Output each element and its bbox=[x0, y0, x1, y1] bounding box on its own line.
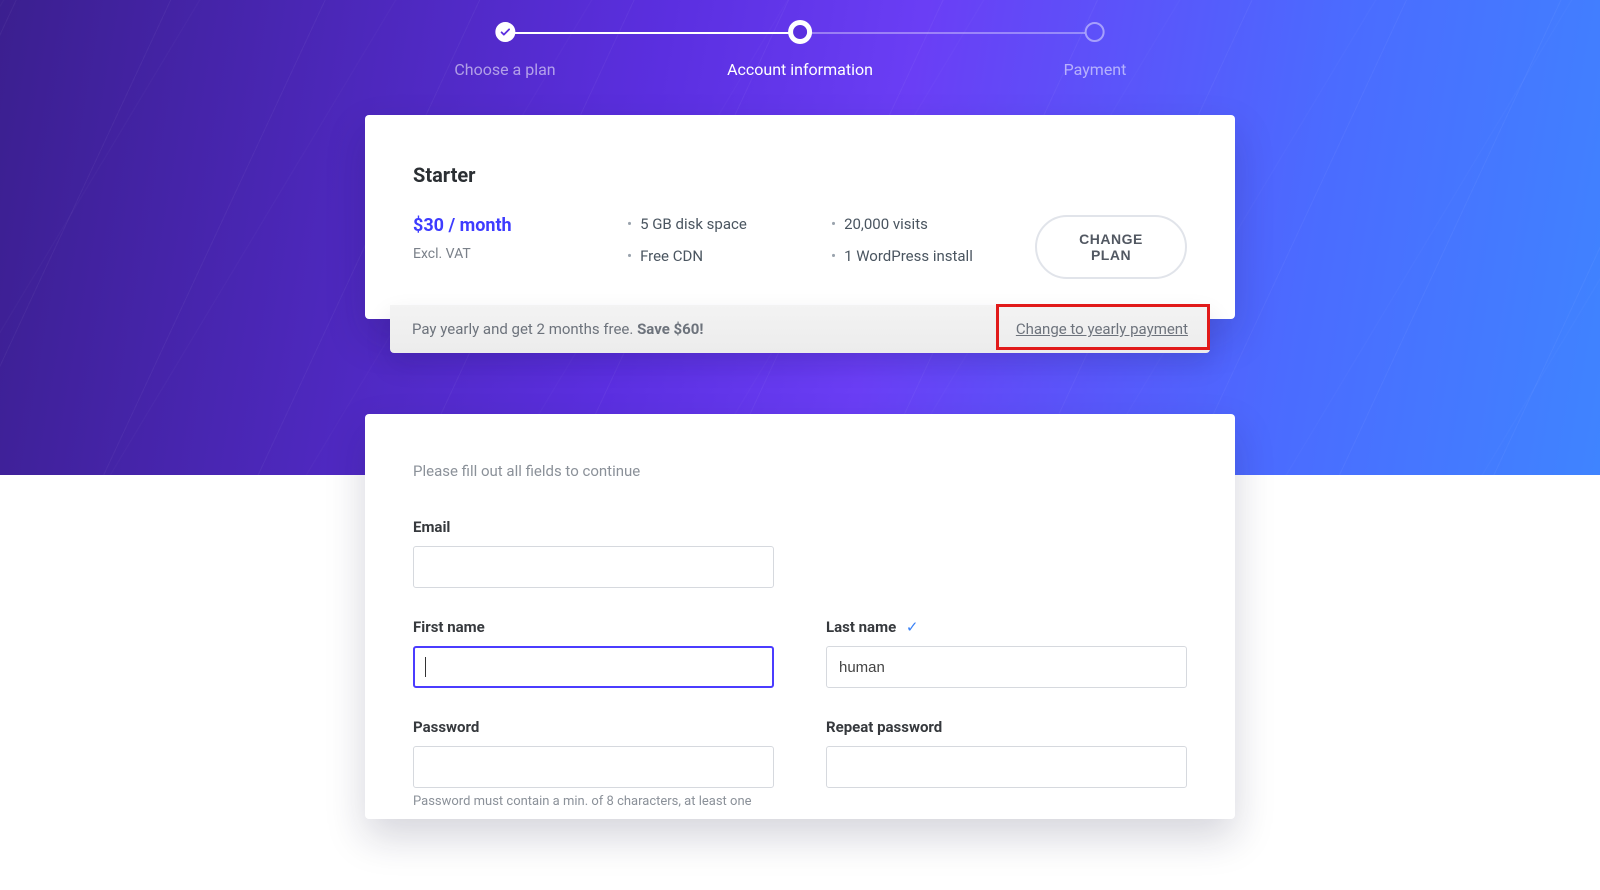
step-choose-plan[interactable]: Choose a plan bbox=[454, 22, 555, 79]
password-hint: Password must contain a min. of 8 charac… bbox=[413, 794, 774, 809]
step-account-info[interactable]: Account information bbox=[727, 22, 873, 79]
repeat-password-input[interactable] bbox=[826, 746, 1187, 788]
plan-summary-card: Starter $30 / month Excl. VAT 5 GB disk … bbox=[365, 115, 1235, 319]
yearly-text: Pay yearly and get 2 months free. Save $… bbox=[412, 320, 703, 338]
account-form-card: Please fill out all fields to continue E… bbox=[365, 414, 1235, 819]
yearly-text-bold: Save $60! bbox=[637, 320, 703, 338]
plan-name: Starter bbox=[413, 163, 1187, 187]
step-label: Payment bbox=[1064, 60, 1127, 79]
step-dot-upcoming bbox=[1085, 22, 1105, 42]
first-name-input[interactable] bbox=[413, 646, 774, 688]
plan-feature: 20,000 visits bbox=[831, 215, 991, 233]
plan-price-block: $30 / month Excl. VAT bbox=[413, 215, 583, 262]
plan-feature: 5 GB disk space bbox=[627, 215, 787, 233]
plan-features-col2: 20,000 visits 1 WordPress install bbox=[831, 215, 991, 279]
step-payment[interactable]: Payment bbox=[1064, 22, 1127, 79]
field-password: Password Password must contain a min. of… bbox=[413, 718, 774, 809]
change-to-yearly-link[interactable]: Change to yearly payment bbox=[1016, 320, 1188, 338]
plan-price-note: Excl. VAT bbox=[413, 246, 583, 262]
check-icon bbox=[495, 22, 515, 42]
password-input[interactable] bbox=[413, 746, 774, 788]
field-first-name: First name bbox=[413, 618, 774, 688]
last-name-label-text: Last name bbox=[826, 618, 896, 636]
plan-feature: 1 WordPress install bbox=[831, 247, 991, 265]
step-label: Choose a plan bbox=[454, 60, 555, 79]
change-plan-button[interactable]: CHANGE PLAN bbox=[1035, 215, 1187, 279]
check-icon: ✓ bbox=[906, 618, 919, 636]
field-repeat-password: Repeat password bbox=[826, 718, 1187, 809]
yearly-upsell-bar: Pay yearly and get 2 months free. Save $… bbox=[390, 305, 1210, 353]
plan-price: $30 / month bbox=[413, 215, 583, 236]
plan-features-col1: 5 GB disk space Free CDN bbox=[627, 215, 787, 279]
yearly-text-prefix: Pay yearly and get 2 months free. bbox=[412, 320, 637, 338]
step-dot-current bbox=[790, 22, 810, 42]
step-label: Account information bbox=[727, 60, 873, 79]
form-intro: Please fill out all fields to continue bbox=[413, 462, 1187, 480]
field-last-name: Last name ✓ bbox=[826, 618, 1187, 688]
last-name-input[interactable] bbox=[826, 646, 1187, 688]
email-label: Email bbox=[413, 518, 774, 536]
email-input[interactable] bbox=[413, 546, 774, 588]
repeat-password-label: Repeat password bbox=[826, 718, 1187, 736]
plan-feature: Free CDN bbox=[627, 247, 787, 265]
last-name-label: Last name ✓ bbox=[826, 618, 1187, 636]
field-email: Email bbox=[413, 518, 774, 588]
password-label: Password bbox=[413, 718, 774, 736]
first-name-label: First name bbox=[413, 618, 774, 636]
